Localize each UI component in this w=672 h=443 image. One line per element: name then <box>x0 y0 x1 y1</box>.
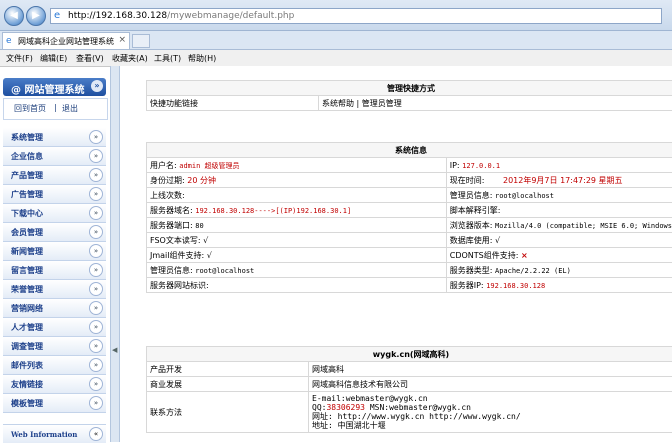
fso-check-icon: √ <box>203 236 208 245</box>
sidebar-item-products[interactable]: 产品管理» <box>3 166 106 185</box>
sidebar: @ 网站管理系统 » 回到首页 | 退出 系统管理» 企业信息» 产品管理» 广… <box>0 78 108 442</box>
admin2-value: root@localhost <box>195 267 254 275</box>
sysinfo-title: 系统信息 <box>147 143 672 158</box>
browser-tab[interactable]: e 网域高科企业网站管理系统 × <box>2 32 130 49</box>
logout-link[interactable]: 退出 <box>62 103 78 114</box>
time-value: 2012年9月7日 17:47:29 星期五 <box>503 176 623 185</box>
collapse-icon[interactable]: « <box>89 427 103 441</box>
collapse-icon[interactable]: » <box>89 339 103 353</box>
jmail-check-icon: √ <box>207 251 212 260</box>
sidebar-item-links[interactable]: 友情链接» <box>3 375 106 394</box>
addr-line: 地址: 中国湖北十堰 <box>312 421 672 430</box>
new-tab-button[interactable] <box>132 34 150 48</box>
menu-tools[interactable]: 工具(T) <box>154 53 181 64</box>
sidebar-title: @ 网站管理系统 <box>11 81 84 96</box>
sidebar-item-survey[interactable]: 调查管理» <box>3 337 106 356</box>
sidebar-item-network[interactable]: 营销网络» <box>3 299 106 318</box>
collapse-icon[interactable]: » <box>89 206 103 220</box>
dev-value: 网域高科 <box>309 362 672 377</box>
sidebar-web-information[interactable]: Web Information« <box>3 424 106 443</box>
expire-value: 20 分钟 <box>187 176 216 185</box>
forward-button[interactable]: ▶ <box>26 6 46 26</box>
ip-value: 127.0.0.1 <box>462 162 500 170</box>
sidebar-item-company[interactable]: 企业信息» <box>3 147 106 166</box>
admin-value: root@localhost <box>495 192 554 200</box>
msn-line: MSN:webmaster@wygk.cn <box>370 403 471 412</box>
sidebar-item-templates[interactable]: 模板管理» <box>3 394 106 413</box>
sidebar-item-messages[interactable]: 留言管理» <box>3 261 106 280</box>
menu-file[interactable]: 文件(F) <box>6 53 33 64</box>
server-type-value: Apache/2.2.22 (EL) <box>495 267 571 275</box>
company-table: wygk.cn(网域高科) 产品开发 网域高科 商业发展 网域高科信息技术有限公… <box>146 346 672 433</box>
address-bar-area: ◀ ▶ e http://192.168.30.128/mywebmanage/… <box>0 0 672 31</box>
shortcuts-label: 快捷功能链接 <box>147 96 319 111</box>
main-content: 管理快捷方式 快捷功能链接 系统帮助 | 管理员管理 系统信息 用户名: adm… <box>120 66 672 442</box>
forward-icon: ▶ <box>32 10 40 21</box>
sidebar-item-system[interactable]: 系统管理» <box>3 128 106 147</box>
splitter-arrow-icon[interactable]: ◀ <box>112 346 117 354</box>
company-title: wygk.cn(网域高科) <box>147 347 672 362</box>
port-value: 80 <box>195 222 203 230</box>
ie-icon: e <box>6 36 12 46</box>
close-icon[interactable]: × <box>118 35 126 45</box>
menu-edit[interactable]: 编辑(E) <box>40 53 67 64</box>
collapse-icon[interactable]: » <box>89 320 103 334</box>
menu-help[interactable]: 帮助(H) <box>188 53 216 64</box>
sidebar-links: 回到首页 | 退出 <box>3 98 108 120</box>
biz-value: 网域高科信息技术有限公司 <box>309 377 672 392</box>
url-input[interactable]: e http://192.168.30.128/mywebmanage/defa… <box>50 8 662 24</box>
sidebar-item-news[interactable]: 新闻管理» <box>3 242 106 261</box>
user-value: admin 超级管理员 <box>179 162 239 170</box>
qq-value: 38306293 <box>326 403 365 412</box>
ie-icon: e <box>54 10 65 21</box>
collapse-icon[interactable]: » <box>89 301 103 315</box>
collapse-icon[interactable]: » <box>91 80 103 92</box>
sidebar-item-honors[interactable]: 荣誉管理» <box>3 280 106 299</box>
back-button[interactable]: ◀ <box>4 6 24 26</box>
sidebar-header: @ 网站管理系统 » <box>3 78 106 96</box>
domain-value: 192.168.30.128---->[(IP)192.168.30.1] <box>195 207 351 215</box>
back-icon: ◀ <box>10 10 18 21</box>
collapse-icon[interactable]: » <box>89 396 103 410</box>
collapse-icon[interactable]: » <box>89 187 103 201</box>
collapse-icon[interactable]: » <box>89 244 103 258</box>
collapse-icon[interactable]: » <box>89 149 103 163</box>
menu-favorites[interactable]: 收藏夹(A) <box>112 53 148 64</box>
sidebar-item-members[interactable]: 会员管理» <box>3 223 106 242</box>
link-separator: | <box>54 103 57 112</box>
sidebar-item-mail[interactable]: 邮件列表» <box>3 356 106 375</box>
browser-value: Mozilla/4.0 (compatible; MSIE 6.0; Windo… <box>495 222 672 230</box>
collapse-icon[interactable]: » <box>89 130 103 144</box>
shortcuts-links: 系统帮助 | 管理员管理 <box>319 96 672 111</box>
tab-title: 网域高科企业网站管理系统 <box>18 36 114 47</box>
sidebar-item-downloads[interactable]: 下载中心» <box>3 204 106 223</box>
server-ip-value: 192.168.30.128 <box>486 282 545 290</box>
collapse-icon[interactable]: » <box>89 377 103 391</box>
collapse-icon[interactable]: » <box>89 358 103 372</box>
admin-manage-link[interactable]: 管理员管理 <box>362 99 402 108</box>
shortcuts-table: 管理快捷方式 快捷功能链接 系统帮助 | 管理员管理 <box>146 80 672 111</box>
contact-details: E-mail:webmaster@wygk.cn QQ:38306293 MSN… <box>309 392 672 433</box>
db-check-icon: √ <box>495 236 500 245</box>
collapse-icon[interactable]: » <box>89 225 103 239</box>
tab-strip: e 网域高科企业网站管理系统 × <box>0 31 672 50</box>
collapse-icon[interactable]: » <box>89 263 103 277</box>
collapse-icon[interactable]: » <box>89 168 103 182</box>
site-line[interactable]: 网址: http://www.wygk.cn http://www.wygk.c… <box>312 412 672 421</box>
help-link[interactable]: 系统帮助 <box>322 99 354 108</box>
sidebar-item-hr[interactable]: 人才管理» <box>3 318 106 337</box>
home-link[interactable]: 回到首页 <box>14 103 46 114</box>
menu-view[interactable]: 查看(V) <box>76 53 104 64</box>
collapse-icon[interactable]: » <box>89 282 103 296</box>
url-text: http://192.168.30.128/mywebmanage/defaul… <box>68 10 294 22</box>
menu-bar: 文件(F) 编辑(E) 查看(V) 收藏夹(A) 工具(T) 帮助(H) <box>0 50 672 67</box>
frame-splitter[interactable]: ◀ <box>110 66 120 442</box>
email-line[interactable]: E-mail:webmaster@wygk.cn <box>312 394 672 403</box>
system-info-table: 系统信息 用户名: admin 超级管理员 IP: 127.0.0.1 身份过期… <box>146 142 672 293</box>
sidebar-item-ads[interactable]: 广告管理» <box>3 185 106 204</box>
cdonts-cross-icon: × <box>521 251 528 260</box>
shortcuts-title: 管理快捷方式 <box>147 81 672 96</box>
